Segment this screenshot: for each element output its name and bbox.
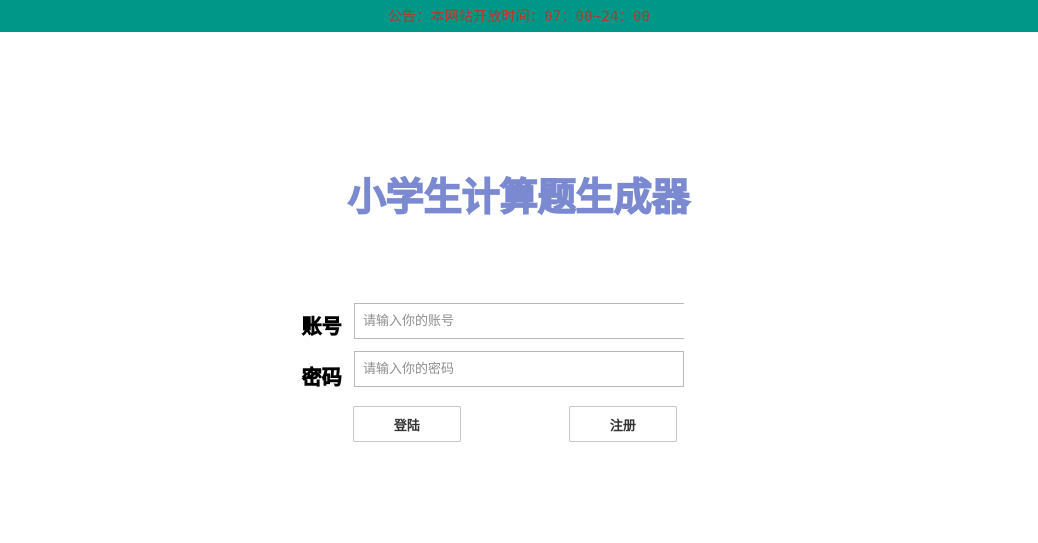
password-row: 密码 (0, 351, 1038, 389)
announcement-bar: 公告：本网站开放时间：07：00~24：00 (0, 0, 1038, 32)
password-label: 密码 (302, 364, 343, 389)
login-button[interactable]: 登陆 (353, 406, 461, 442)
register-button[interactable]: 注册 (569, 406, 677, 442)
username-input[interactable] (354, 303, 684, 339)
username-row: 账号 (0, 303, 1038, 339)
password-input[interactable] (354, 351, 684, 387)
username-label: 账号 (302, 313, 343, 338)
announcement-text: 公告：本网站开放时间：07：00~24：00 (387, 9, 651, 25)
page-title: 小学生计算题生成器 (347, 175, 691, 220)
